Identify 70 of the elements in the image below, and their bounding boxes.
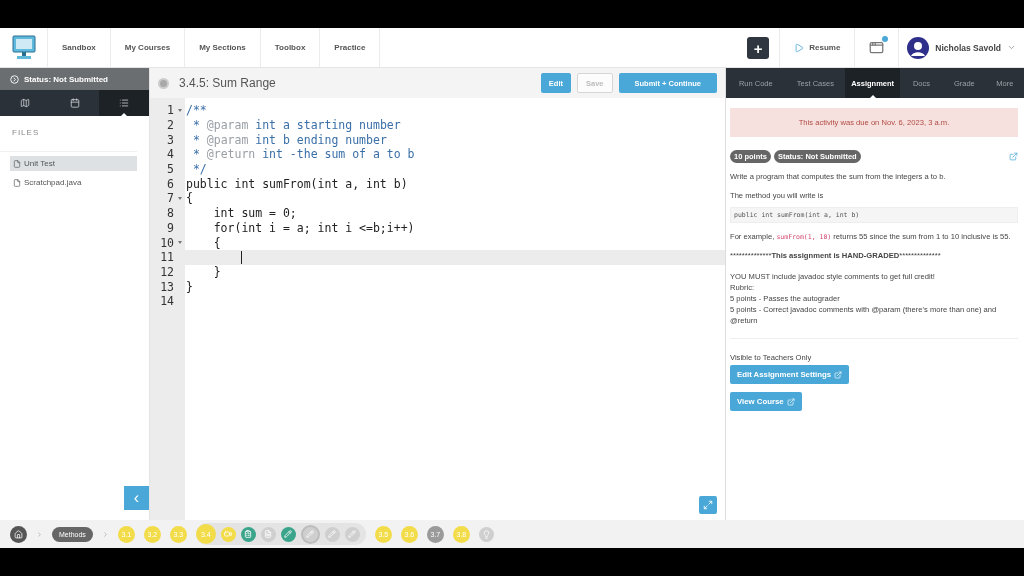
expand-icon: [703, 500, 713, 510]
code-line: */: [191, 162, 207, 177]
caret-icon[interactable]: [1007, 43, 1016, 52]
fold-icon[interactable]: [177, 241, 182, 245]
line-number: 9: [166, 220, 174, 235]
code-line: }: [212, 264, 221, 279]
code-line: {: [212, 235, 221, 250]
line-number: 14: [159, 294, 174, 309]
nav-link[interactable]: My Sections: [185, 28, 261, 67]
editor-title: 3.4.5: Sum Range: [179, 76, 277, 90]
line-number: 13: [159, 279, 174, 294]
fold-icon[interactable]: [177, 196, 182, 200]
file-icon: [13, 159, 21, 168]
line-number: 4: [166, 147, 174, 162]
list-icon[interactable]: [99, 90, 149, 116]
external-link-icon: [786, 397, 795, 406]
file-icon: [13, 178, 21, 187]
chevron-circle-icon: [10, 74, 19, 84]
line-number: 5: [166, 162, 174, 177]
expand-button[interactable]: [699, 496, 717, 514]
play-icon: [794, 42, 805, 53]
home-button[interactable]: [10, 525, 27, 543]
nav-link[interactable]: Sandbox: [48, 28, 111, 67]
pencil-icon[interactable]: [300, 524, 320, 544]
external-link-icon[interactable]: [1009, 152, 1018, 161]
pencil-icon[interactable]: [324, 526, 340, 542]
line-number: 11: [159, 250, 174, 265]
window-icon[interactable]: [869, 40, 885, 55]
add-button[interactable]: +: [747, 37, 770, 59]
file-item[interactable]: Scratchpad.java: [10, 175, 137, 190]
file-item[interactable]: Unit Test: [10, 156, 137, 171]
code-line: for(int i = a; int i <=b;i++): [212, 220, 415, 235]
nav-link[interactable]: Toolbox: [260, 28, 321, 67]
chevron-icon: [101, 530, 109, 538]
nav-link[interactable]: My Courses: [110, 28, 186, 67]
code-line: {: [186, 191, 193, 206]
line-number: 8: [166, 206, 174, 221]
code-line: * @param int b ending number: [191, 132, 387, 147]
pencil-icon[interactable]: [280, 526, 296, 542]
document-icon[interactable]: [260, 526, 276, 542]
lightbulb-icon: [481, 529, 491, 539]
pencil-icon[interactable]: [344, 526, 360, 542]
chevron-icon: [36, 530, 43, 538]
code-line: }: [186, 279, 193, 294]
text-cursor: [241, 250, 242, 264]
fold-icon[interactable]: [177, 108, 182, 112]
avatar[interactable]: [907, 36, 930, 59]
home-icon: [14, 529, 23, 539]
status-circle-icon: [158, 77, 169, 89]
code-line: * @return int -the sum of a to b: [191, 147, 415, 162]
external-link-icon: [834, 370, 843, 379]
line-number: 6: [166, 176, 174, 191]
files-heading: FILES: [0, 116, 137, 152]
user-name: Nicholas Savold: [935, 42, 1001, 53]
line-number: 2: [166, 118, 174, 133]
code-line: /**: [186, 103, 207, 118]
video-icon[interactable]: [220, 526, 236, 542]
nav-link[interactable]: Practice: [320, 28, 381, 67]
clipboard-icon[interactable]: [240, 526, 256, 542]
lightbulb-button[interactable]: [478, 526, 494, 542]
line-number: 7: [166, 191, 174, 206]
status-text: Status: Not Submitted: [24, 74, 108, 84]
line-number: 3: [166, 132, 174, 147]
code-line: int sum = 0;: [212, 206, 297, 221]
line-number: 1: [166, 103, 174, 118]
code-line: * @param int a starting number: [191, 118, 401, 133]
logo-icon[interactable]: [11, 34, 36, 61]
line-number: 10: [159, 235, 174, 250]
line-number: 12: [159, 264, 174, 279]
code-line: public int sumFrom(int a, int b): [186, 176, 408, 191]
